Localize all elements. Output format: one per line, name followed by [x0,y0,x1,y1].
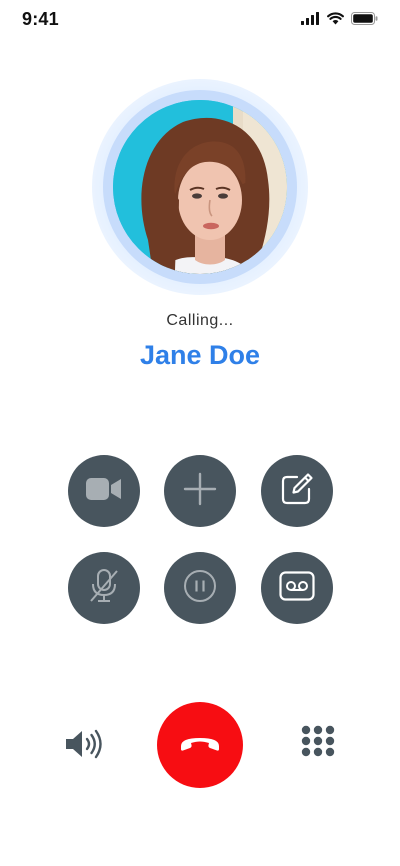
battery-icon [351,12,378,30]
caller-name: Jane Doe [139,340,261,370]
speaker-icon [64,728,106,765]
avatar [113,100,287,274]
wifi-icon [327,12,344,30]
hold-icon [183,569,217,608]
end-call-button[interactable] [157,702,243,788]
add-call-icon [183,472,217,511]
hold-button[interactable] [164,552,236,624]
call-status: Calling... [166,312,234,329]
avatar-glow [92,79,308,295]
mute-icon [87,568,121,609]
speaker-button[interactable] [62,726,108,766]
status-time: 9:41 [22,9,59,29]
video-call-button[interactable] [68,455,140,527]
keypad-icon [300,725,336,766]
voicemail-icon [279,570,315,606]
notes-button[interactable] [261,455,333,527]
add-call-button[interactable] [164,455,236,527]
mute-button[interactable] [68,552,140,624]
voicemail-button[interactable] [261,552,333,624]
status-icons [301,12,378,30]
signal-icon [301,12,320,30]
video-icon [86,476,122,507]
end-call-icon [179,734,221,757]
keypad-button[interactable] [298,725,338,765]
status-bar: 9:41 [0,0,400,40]
edit-icon [280,472,314,511]
